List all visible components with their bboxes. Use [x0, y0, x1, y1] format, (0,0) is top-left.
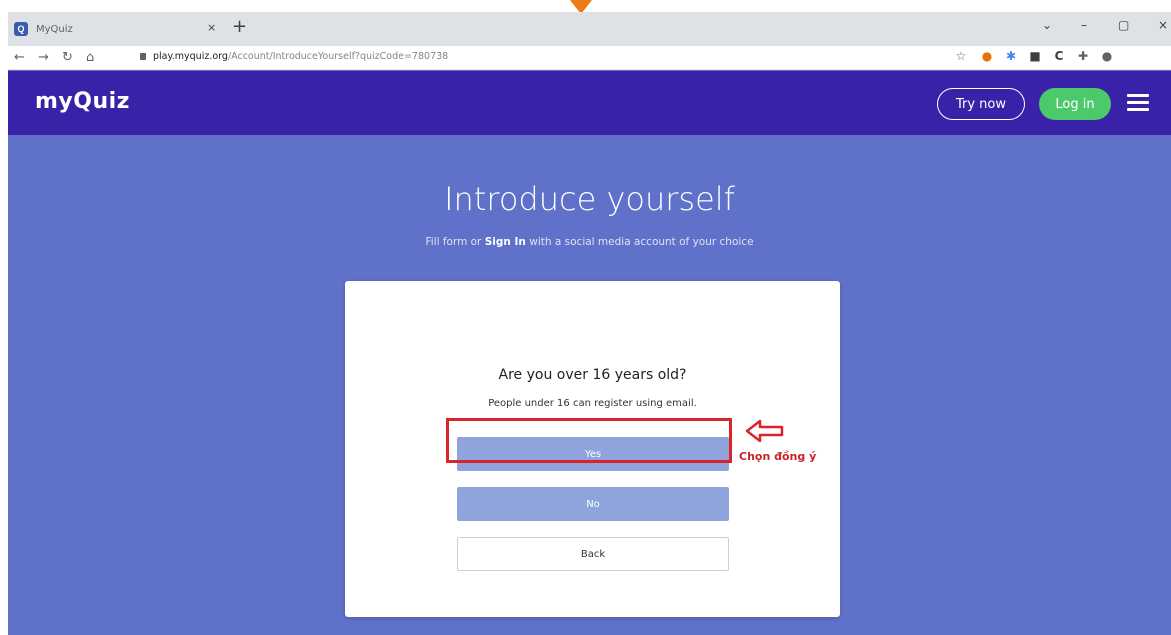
- browser-toolbar: ← → ↻ ⌂ play.myquiz.org/Account/Introduc…: [8, 46, 1171, 70]
- tab-strip: Q MyQuiz × + ⌄ – ▢ ×: [8, 12, 1171, 46]
- back-arrow-icon[interactable]: ←: [14, 48, 25, 68]
- close-window-icon[interactable]: ×: [1158, 18, 1168, 32]
- subtitle-text: Fill form or: [425, 236, 485, 248]
- annotation-label: Chọn đồng ý: [739, 450, 817, 463]
- back-button[interactable]: Back: [457, 537, 729, 571]
- extension-translate-icon[interactable]: ✱: [1004, 49, 1018, 63]
- maximize-icon[interactable]: ▢: [1118, 18, 1129, 32]
- extension-mail-icon[interactable]: ■: [1028, 49, 1042, 63]
- login-button[interactable]: Log in: [1039, 88, 1111, 120]
- age-hint: People under 16 can register using email…: [488, 398, 697, 409]
- bookmark-star-icon[interactable]: ☆: [954, 49, 968, 63]
- minimize-icon[interactable]: –: [1081, 18, 1087, 32]
- url-path: /Account/IntroduceYourself?quizCode=7807…: [227, 51, 449, 62]
- address-bar[interactable]: play.myquiz.org/Account/IntroduceYoursel…: [153, 51, 448, 62]
- hamburger-menu-icon[interactable]: [1127, 94, 1149, 112]
- page-title: Introduce yourself: [444, 180, 735, 218]
- lock-icon: [140, 53, 146, 60]
- extensions-puzzle-icon[interactable]: ✚: [1076, 49, 1090, 63]
- try-now-button[interactable]: Try now: [937, 88, 1025, 120]
- new-tab-icon[interactable]: +: [232, 17, 247, 37]
- myquiz-logo[interactable]: myQuiz: [35, 89, 130, 114]
- tab-close-icon[interactable]: ×: [207, 21, 216, 34]
- extension-c-icon[interactable]: C: [1052, 49, 1066, 63]
- tab-title: MyQuiz: [36, 23, 73, 35]
- url-domain: play.myquiz.org: [153, 51, 228, 62]
- subtitle-text-end: with a social media account of your choi…: [525, 236, 754, 248]
- myquiz-favicon-icon: Q: [14, 22, 28, 36]
- profile-avatar-icon[interactable]: ●: [1100, 49, 1114, 63]
- sign-in-link[interactable]: Sign In: [485, 236, 526, 248]
- page-subtitle: Fill form or Sign In with a social media…: [8, 236, 1171, 248]
- home-icon[interactable]: ⌂: [86, 48, 94, 68]
- tab-search-icon[interactable]: ⌄: [1042, 18, 1052, 32]
- yes-highlight-box: [446, 418, 732, 463]
- forward-arrow-icon[interactable]: →: [38, 48, 49, 68]
- site-header: myQuiz Try now Log in: [8, 71, 1171, 135]
- reload-icon[interactable]: ↻: [62, 48, 73, 68]
- left-arrow-annotation-icon: [745, 419, 784, 443]
- browser-tab[interactable]: Q MyQuiz: [8, 12, 218, 46]
- browser-window: Q MyQuiz × + ⌄ – ▢ × ← → ↻ ⌂ play.myquiz…: [8, 12, 1171, 635]
- extension-person-icon[interactable]: ●: [980, 49, 994, 63]
- age-question: Are you over 16 years old?: [498, 367, 687, 383]
- no-button[interactable]: No: [457, 487, 729, 521]
